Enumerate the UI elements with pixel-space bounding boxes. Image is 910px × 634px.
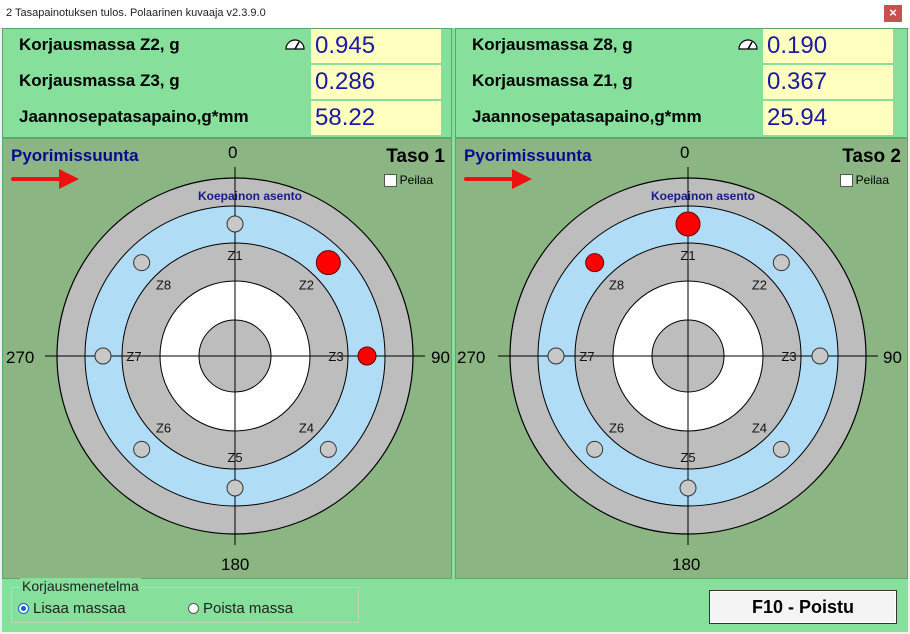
balance-hole-marker <box>811 347 829 365</box>
correction-method-group: Korjausmenetelma Lisaa massaa Poista mas… <box>11 578 359 623</box>
trial-weight-label: Koepainon asento <box>651 189 755 203</box>
balance-gauge-icon <box>285 39 305 50</box>
mirror-checkbox[interactable]: Peilaa <box>839 173 889 187</box>
result-label: Korjausmassa Z3, g <box>19 71 180 90</box>
angle-label-left: 270 <box>457 348 486 367</box>
rotation-arrow-head <box>512 169 532 189</box>
angle-label-top: 0 <box>228 143 238 162</box>
checkbox-box[interactable] <box>839 173 853 187</box>
balance-hole-marker <box>133 440 151 458</box>
zone-label: Z7 <box>126 349 141 364</box>
zone-label: Z6 <box>609 420 624 435</box>
plane-label: Taso 2 <box>842 146 901 167</box>
correction-mass-marker <box>315 250 341 276</box>
results-panel-left: Korjausmassa Z2, g 0.945 Korjausmassa Z3… <box>2 28 452 138</box>
radio-label: Poista massa <box>203 600 294 617</box>
zone-label: Z6 <box>156 420 171 435</box>
client-area: Korjausmassa Z2, g 0.945 Korjausmassa Z3… <box>2 28 908 632</box>
window-title: 2 Tasapainotuksen tulos. Polaarinen kuva… <box>6 7 266 19</box>
zone-label: Z4 <box>752 420 767 435</box>
polar-diagram: Koepainon asento Z1 Z2 Z3 Z4 Z5 Z6 Z7 Z8 <box>464 167 878 545</box>
checkbox-box[interactable] <box>383 173 397 187</box>
angle-label-top: 0 <box>680 143 690 162</box>
polar-plot-plane-1: Koepainon asento Z1 Z2 Z3 Z4 Z5 Z6 Z7 Z8 Pyorimi… <box>2 138 452 579</box>
balance-hole-marker <box>772 440 790 458</box>
close-button[interactable]: × <box>884 5 902 22</box>
balance-hole-marker <box>586 440 604 458</box>
result-label: Korjausmassa Z2, g <box>19 35 180 54</box>
balance-hole-marker <box>226 479 244 497</box>
result-value: 25.94 <box>763 101 893 135</box>
zone-label: Z8 <box>609 278 624 293</box>
angle-label-left: 270 <box>6 348 35 367</box>
zone-label: Z2 <box>299 278 314 293</box>
zone-label: Z5 <box>227 450 242 465</box>
zone-label: Z1 <box>680 248 695 263</box>
radio-label: Lisaa massaa <box>33 600 126 617</box>
result-value: 0.286 <box>311 65 441 99</box>
angle-label-right: 90 <box>883 348 902 367</box>
balance-hole-marker <box>547 347 565 365</box>
balance-hole-marker <box>226 215 244 233</box>
balance-hole-marker <box>319 440 337 458</box>
rotation-direction-label: Pyorimissuunta <box>464 146 592 165</box>
group-title: Korjausmenetelma <box>20 578 141 594</box>
zone-label: Z4 <box>299 420 314 435</box>
polar-plot-plane-2: Koepainon asento Z1 Z2 Z3 Z4 Z5 Z6 Z7 Z8 Pyorimi… <box>455 138 908 579</box>
zone-label: Z2 <box>752 278 767 293</box>
mirror-label: Peilaa <box>399 173 433 187</box>
zone-label: Z1 <box>227 248 242 263</box>
radio-add-mass[interactable]: Lisaa massaa <box>18 600 126 617</box>
result-label: Jaannosepatasapaino,g*mm <box>19 107 249 126</box>
result-row: Jaannosepatasapaino,g*mm 58.22 <box>3 101 453 135</box>
balance-hole-marker <box>133 254 151 272</box>
correction-mass-marker <box>585 253 605 273</box>
zone-label: Z7 <box>579 349 594 364</box>
result-row: Korjausmassa Z8, g 0.190 <box>456 29 909 63</box>
angle-label-bottom: 180 <box>672 555 701 574</box>
balance-hole-marker <box>679 479 697 497</box>
zone-label: Z8 <box>156 278 171 293</box>
mirror-checkbox[interactable]: Peilaa <box>383 173 433 187</box>
polar-diagram: Koepainon asento Z1 Z2 Z3 Z4 Z5 Z6 Z7 Z8 <box>11 167 425 545</box>
exit-button[interactable]: F10 - Poistu <box>709 590 897 624</box>
angle-label-right: 90 <box>431 348 450 367</box>
zone-label: Z3 <box>328 349 343 364</box>
result-row: Korjausmassa Z2, g 0.945 <box>3 29 453 63</box>
zone-label: Z3 <box>781 349 796 364</box>
balance-hole-marker <box>94 347 112 365</box>
plane-label: Taso 1 <box>386 146 445 167</box>
result-row: Jaannosepatasapaino,g*mm 25.94 <box>456 101 909 135</box>
balance-hole-marker <box>772 254 790 272</box>
result-label: Jaannosepatasapaino,g*mm <box>472 107 702 126</box>
rotation-arrow-head <box>59 169 79 189</box>
result-row: Korjausmassa Z3, g 0.286 <box>3 65 453 99</box>
radio-button[interactable] <box>188 603 199 614</box>
result-value: 0.945 <box>311 29 441 63</box>
result-value: 0.367 <box>763 65 893 99</box>
correction-mass-marker <box>357 346 377 366</box>
title-bar: 2 Tasapainotuksen tulos. Polaarinen kuva… <box>0 0 910 29</box>
zone-label: Z5 <box>680 450 695 465</box>
trial-weight-label: Koepainon asento <box>198 189 302 203</box>
results-panel-right: Korjausmassa Z8, g 0.190 Korjausmassa Z1… <box>455 28 908 138</box>
mirror-label: Peilaa <box>855 173 889 187</box>
radio-button[interactable] <box>18 603 29 614</box>
result-value: 58.22 <box>311 101 441 135</box>
radio-remove-mass[interactable]: Poista massa <box>188 600 293 617</box>
result-value: 0.190 <box>763 29 893 63</box>
angle-label-bottom: 180 <box>221 555 250 574</box>
balance-gauge-icon <box>738 39 758 50</box>
result-label: Korjausmassa Z1, g <box>472 71 633 90</box>
correction-mass-marker <box>675 211 701 237</box>
result-row: Korjausmassa Z1, g 0.367 <box>456 65 909 99</box>
result-label: Korjausmassa Z8, g <box>472 35 633 54</box>
rotation-direction-label: Pyorimissuunta <box>11 146 139 165</box>
